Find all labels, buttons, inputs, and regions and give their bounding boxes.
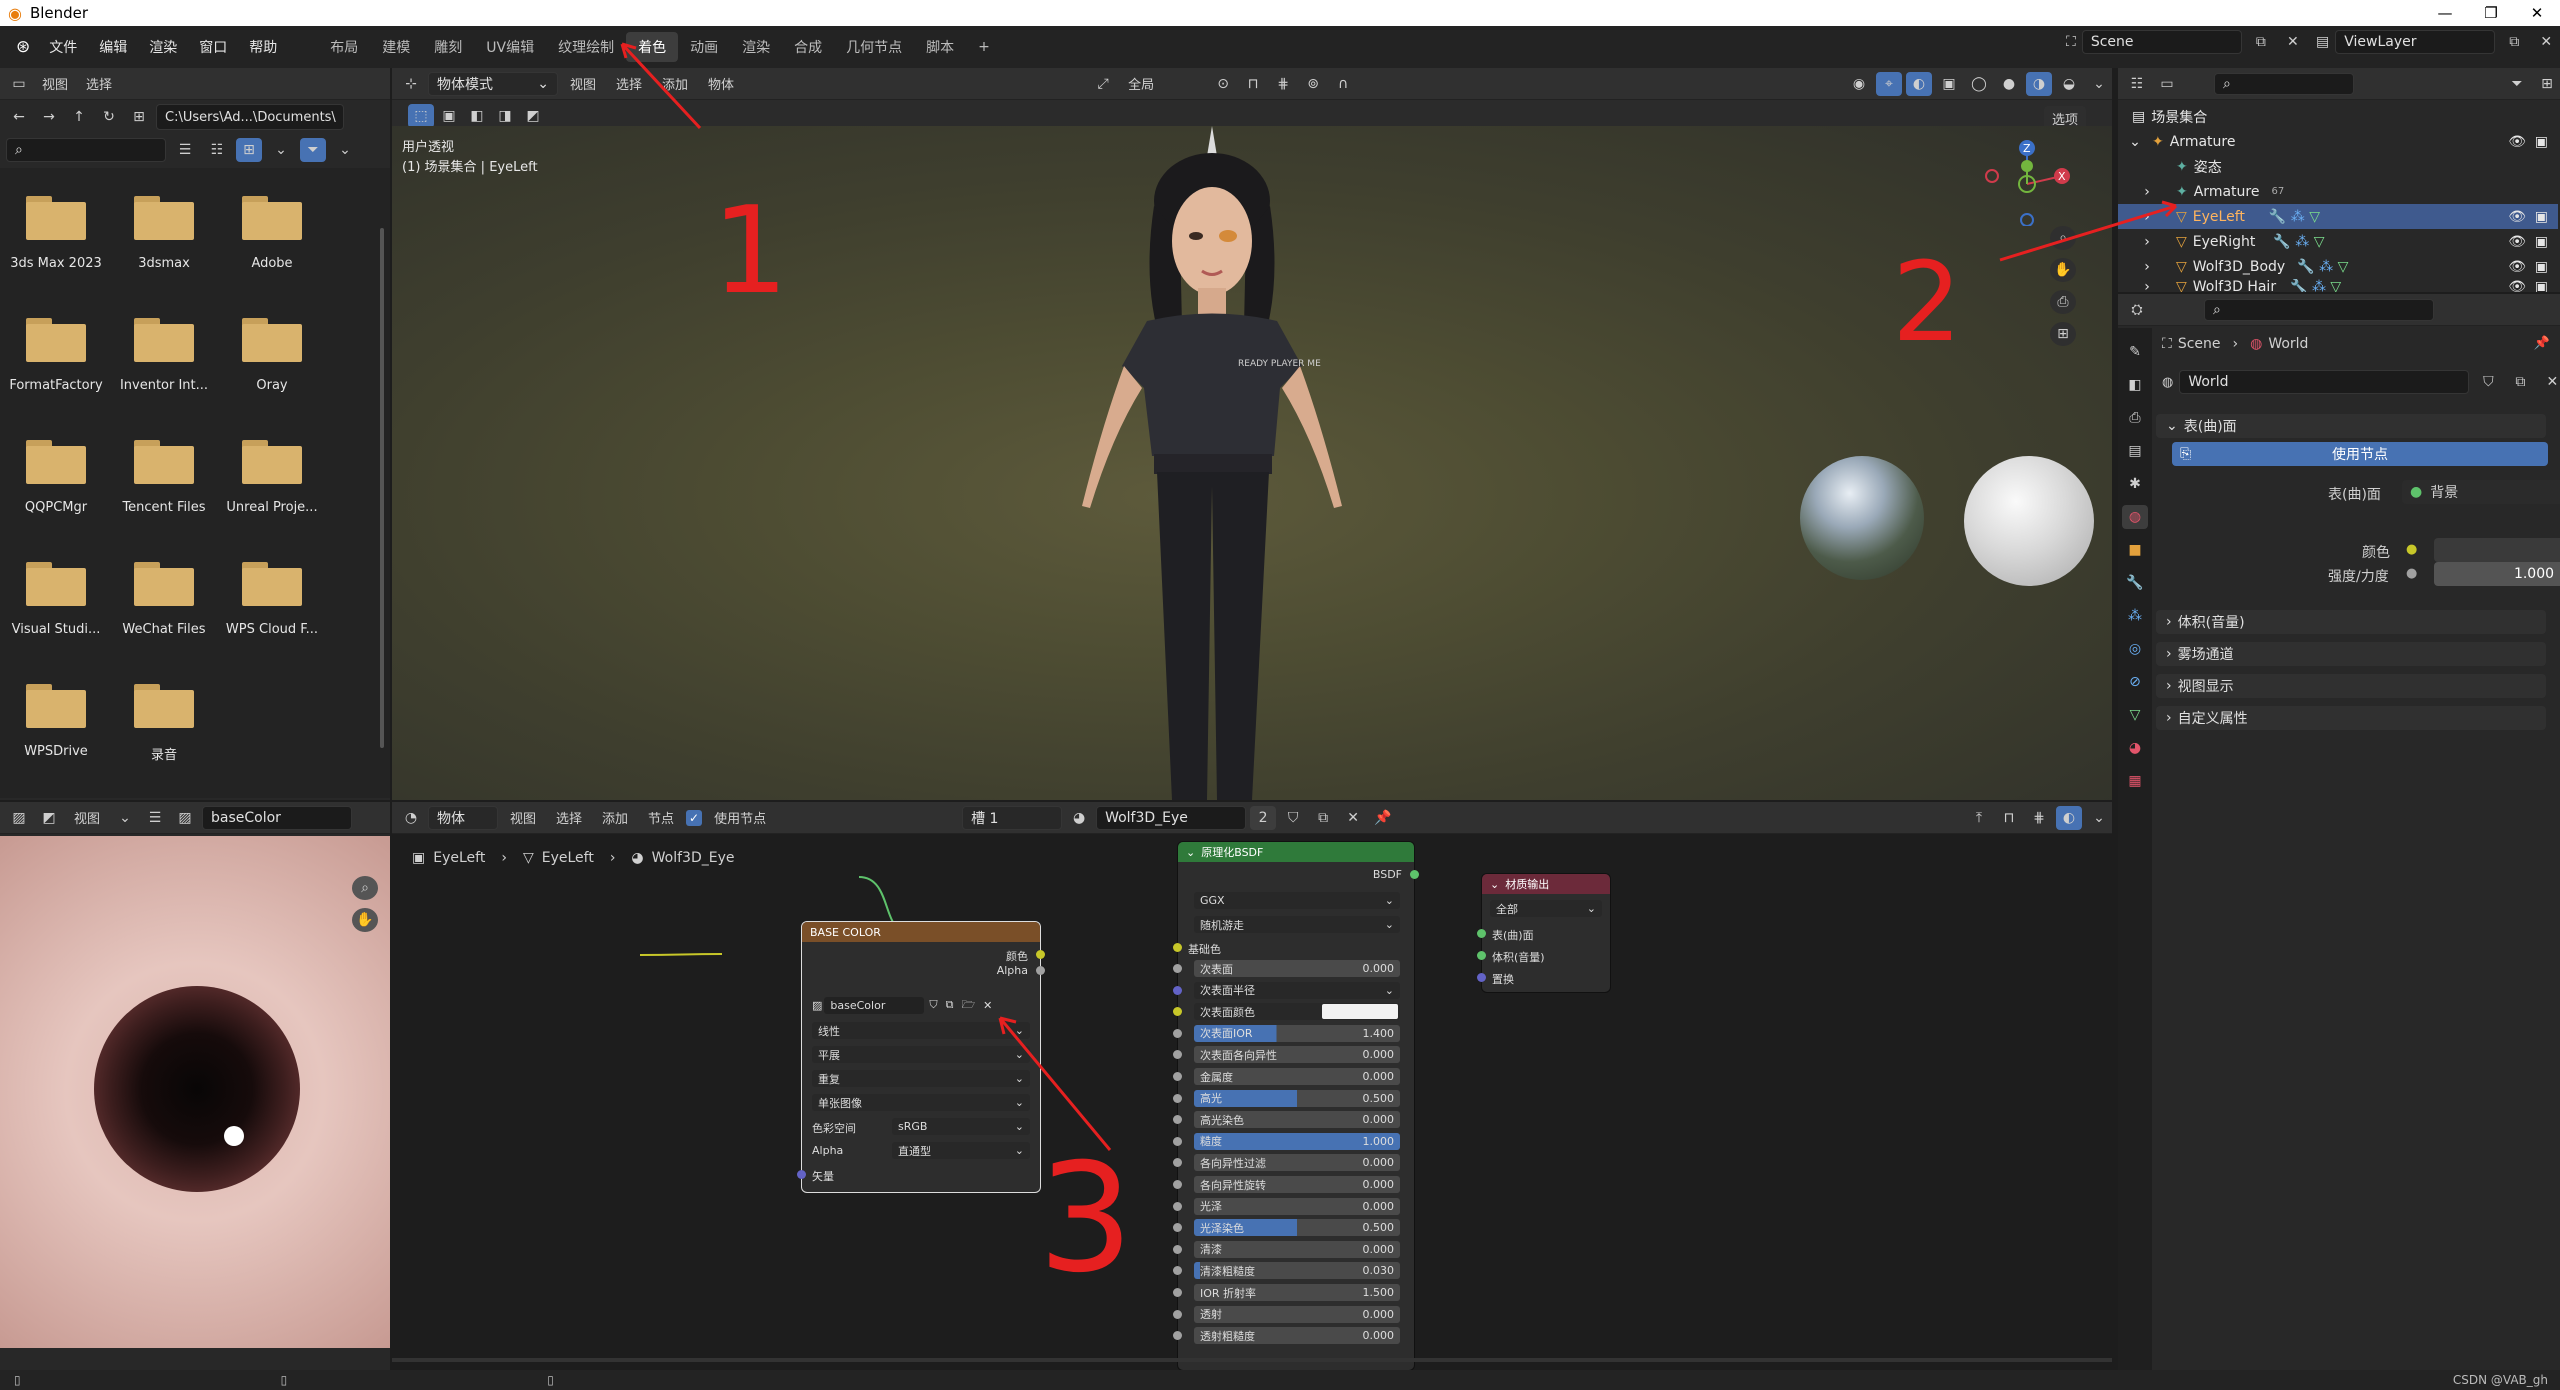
annotation-number-3: 3 [1038,1132,1133,1306]
annotation-layer: 1 2 3 [620,42,2178,1306]
annotation-arrow-3 [998,1016,1112,1151]
annotation-number-1: 1 [712,182,788,321]
annotation-number-2: 2 [1892,238,1962,366]
annotation-arrow-2 [1999,200,2178,262]
mouse-left-icon: ▯ [14,1373,21,1387]
annotation-arrow-1 [620,42,702,130]
mouse-right-icon: ▯ [547,1373,554,1387]
status-bar: ▯ ▯ ▯ CSDN @VAB_gh [0,1370,2560,1390]
watermark: CSDN @VAB_gh [2452,1373,2548,1387]
mouse-middle-icon: ▯ [280,1373,288,1387]
